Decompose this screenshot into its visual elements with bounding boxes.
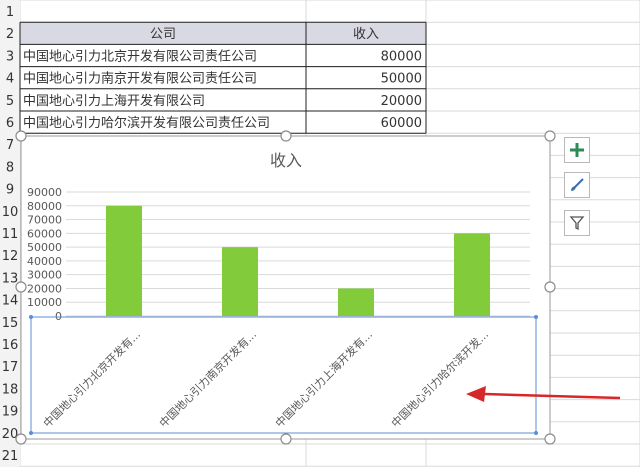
selection-handle[interactable] xyxy=(29,431,33,435)
plus-icon xyxy=(570,143,584,157)
row-number[interactable]: 15 xyxy=(2,316,19,331)
resize-handle[interactable] xyxy=(544,130,556,142)
y-tick-label: 20000 xyxy=(27,282,62,295)
selection-handle[interactable] xyxy=(534,431,538,435)
company-cell[interactable]: 中国地心引力南京开发有限公司责任公司 xyxy=(23,71,257,87)
filter-icon xyxy=(569,216,585,231)
row-number[interactable]: 17 xyxy=(2,360,19,375)
table-header-cell[interactable]: 收入 xyxy=(353,27,379,42)
revenue-cell[interactable]: 80000 xyxy=(381,49,422,64)
resize-handle[interactable] xyxy=(544,281,556,293)
chart-filters-button[interactable] xyxy=(564,210,590,236)
chart-styles-button[interactable] xyxy=(564,172,590,198)
row-number[interactable]: 10 xyxy=(2,205,19,220)
company-cell[interactable]: 中国地心引力上海开发有限公司 xyxy=(23,93,205,109)
resize-handle[interactable] xyxy=(15,130,27,142)
selection-handle[interactable] xyxy=(29,315,33,319)
bar[interactable] xyxy=(454,233,490,316)
bar[interactable] xyxy=(222,247,258,316)
data-table: 公司 收入中国地心引力北京开发有限公司责任公司 80000 中国地心引力南京开发有限公… xyxy=(19,21,427,134)
chart-elements-button[interactable] xyxy=(564,137,590,163)
bar[interactable] xyxy=(106,205,142,316)
row-number[interactable]: 13 xyxy=(2,271,19,286)
y-tick-label: 60000 xyxy=(27,227,62,240)
row-number[interactable]: 16 xyxy=(2,338,19,353)
revenue-cell[interactable]: 60000 xyxy=(381,116,422,131)
selection-handle[interactable] xyxy=(534,315,538,319)
paintbrush-icon xyxy=(571,178,584,191)
resize-handle[interactable] xyxy=(15,281,27,293)
y-tick-label: 40000 xyxy=(27,255,62,268)
chart-title[interactable]: 收入 xyxy=(270,151,302,170)
revenue-cell[interactable]: 20000 xyxy=(381,94,422,109)
resize-handle[interactable] xyxy=(280,130,292,142)
row-number[interactable]: 3 xyxy=(6,49,14,64)
row-number[interactable]: 4 xyxy=(6,72,14,87)
row-number[interactable]: 14 xyxy=(2,294,19,309)
y-tick-label: 30000 xyxy=(27,269,62,282)
y-tick-label: 80000 xyxy=(27,200,62,213)
row-number[interactable]: 9 xyxy=(6,183,14,198)
row-number[interactable]: 21 xyxy=(2,449,19,464)
chart[interactable]: 收入 9000080000700006000050000400003000020… xyxy=(15,130,621,445)
row-number[interactable]: 19 xyxy=(2,405,19,420)
y-tick-label: 70000 xyxy=(27,214,62,227)
company-cell[interactable]: 中国地心引力哈尔滨开发有限公司责任公司 xyxy=(23,115,270,131)
row-number[interactable]: 11 xyxy=(2,227,19,242)
row-number[interactable]: 8 xyxy=(6,160,14,175)
row-number[interactable]: 18 xyxy=(2,382,19,397)
company-cell[interactable]: 中国地心引力北京开发有限公司责任公司 xyxy=(23,48,257,64)
resize-handle[interactable] xyxy=(15,433,27,445)
y-axis-ticks: 9000080000700006000050000400003000020000… xyxy=(27,186,62,323)
y-tick-label: 50000 xyxy=(27,241,62,254)
row-number[interactable]: 2 xyxy=(6,27,14,42)
row-headers[interactable]: 123456789101112131415161718192021 xyxy=(0,0,20,467)
row-number[interactable]: 12 xyxy=(2,249,19,264)
table-header-cell[interactable]: 公司 xyxy=(150,27,176,42)
row-number[interactable]: 6 xyxy=(6,116,14,131)
row-number[interactable]: 1 xyxy=(6,5,14,20)
row-number[interactable]: 7 xyxy=(6,138,14,153)
resize-handle[interactable] xyxy=(280,433,292,445)
y-tick-label: 90000 xyxy=(27,186,62,199)
resize-handle[interactable] xyxy=(544,433,556,445)
row-number[interactable]: 5 xyxy=(6,94,14,109)
bar[interactable] xyxy=(338,288,374,316)
y-tick-label: 10000 xyxy=(27,296,62,309)
revenue-cell[interactable]: 50000 xyxy=(381,72,422,87)
